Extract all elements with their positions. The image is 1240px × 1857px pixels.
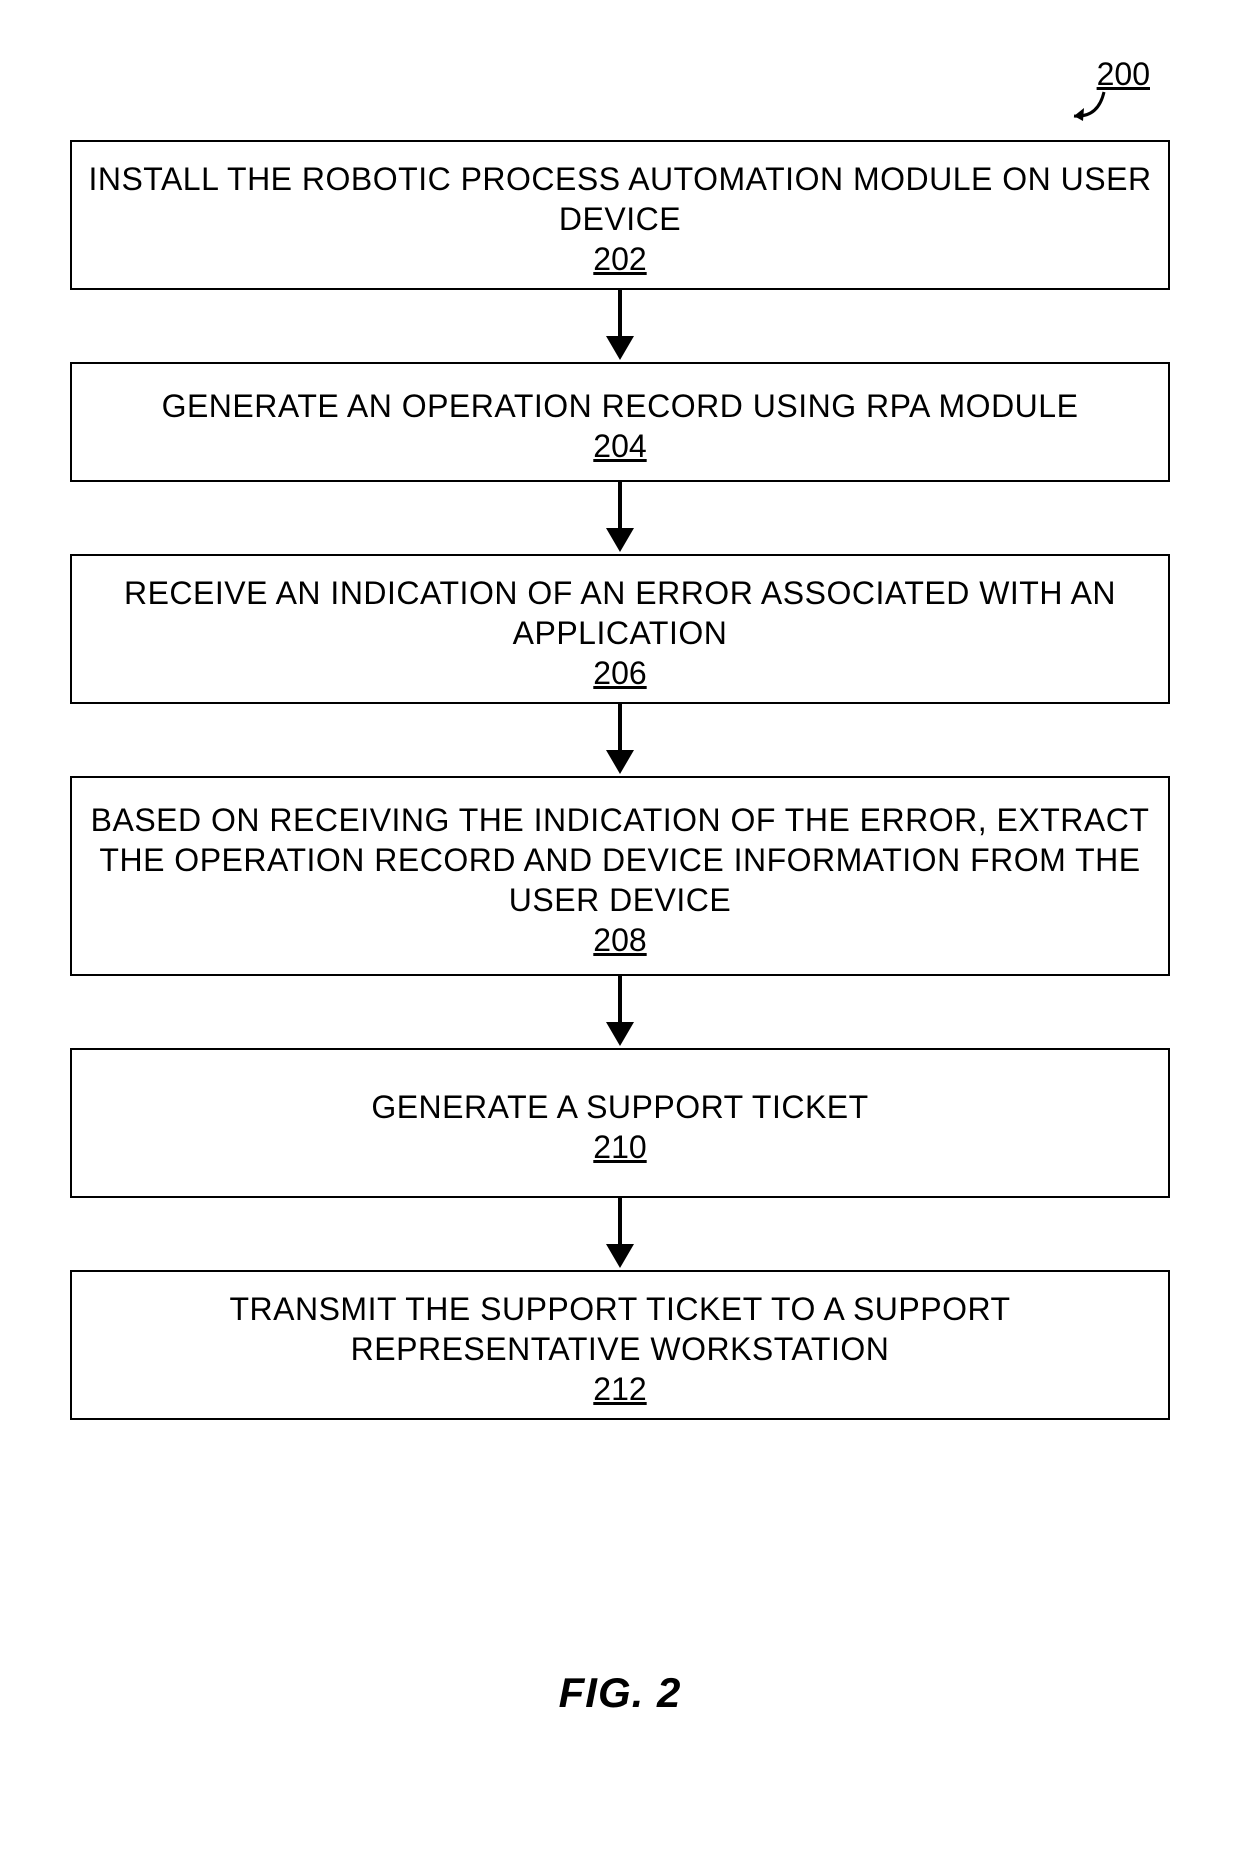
arrow-down-icon [590,1198,650,1270]
flow-step-text: INSTALL THE ROBOTIC PROCESS AUTOMATION M… [88,159,1152,239]
flow-step-number: 206 [593,655,646,692]
flow-step-number: 202 [593,241,646,278]
flow-step-208: BASED ON RECEIVING THE INDICATION OF THE… [70,776,1170,976]
figure-caption: FIG. 2 [0,1669,1240,1717]
arrow-down-icon [590,482,650,554]
flow-step-text: GENERATE AN OPERATION RECORD USING RPA M… [162,386,1079,426]
flow-step-text: RECEIVE AN INDICATION OF AN ERROR ASSOCI… [88,573,1152,653]
flow-step-202: INSTALL THE ROBOTIC PROCESS AUTOMATION M… [70,140,1170,290]
arrow-down-icon [590,704,650,776]
flow-step-204: GENERATE AN OPERATION RECORD USING RPA M… [70,362,1170,482]
flow-step-number: 208 [593,922,646,959]
flow-step-number: 204 [593,428,646,465]
curved-arrow-icon [1064,88,1112,128]
arrow-down-icon [590,976,650,1048]
flow-step-number: 212 [593,1371,646,1408]
arrow-down-icon [590,290,650,362]
flow-step-text: BASED ON RECEIVING THE INDICATION OF THE… [88,800,1152,920]
flow-step-210: GENERATE A SUPPORT TICKET 210 [70,1048,1170,1198]
flow-step-text: GENERATE A SUPPORT TICKET [371,1087,868,1127]
flow-step-number: 210 [593,1129,646,1166]
flow-step-206: RECEIVE AN INDICATION OF AN ERROR ASSOCI… [70,554,1170,704]
page: 200 INSTALL THE ROBOTIC PROCESS AUTOMATI… [0,0,1240,1857]
flow-step-text: TRANSMIT THE SUPPORT TICKET TO A SUPPORT… [88,1289,1152,1369]
flow-step-212: TRANSMIT THE SUPPORT TICKET TO A SUPPORT… [70,1270,1170,1420]
flowchart: INSTALL THE ROBOTIC PROCESS AUTOMATION M… [70,140,1170,1420]
